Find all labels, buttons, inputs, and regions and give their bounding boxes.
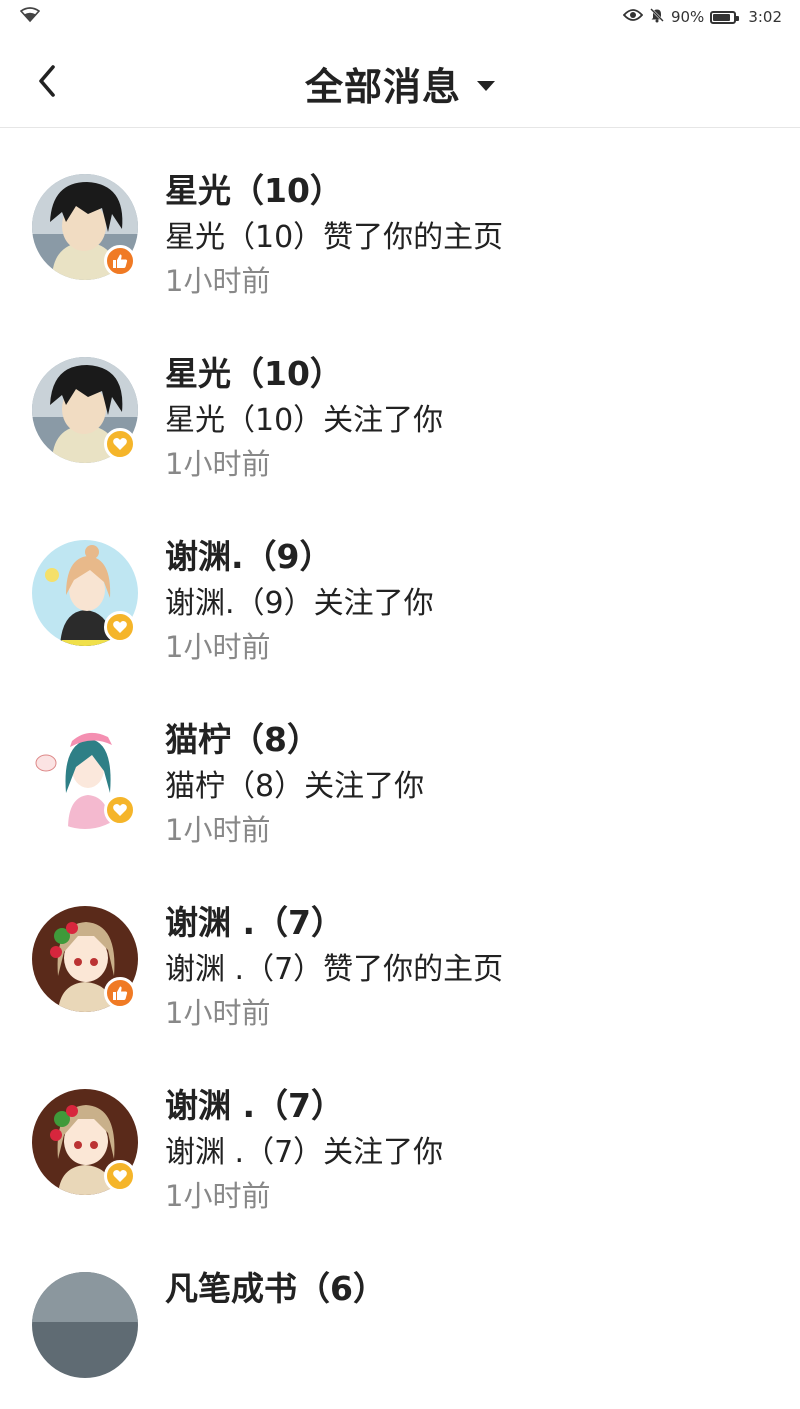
sender-name: 谢渊 .（7） <box>165 1086 344 1125</box>
message-filter-dropdown[interactable]: 全部消息 <box>0 56 800 111</box>
message-time: 1小时前 <box>165 1179 271 1213</box>
thumbs-up-icon <box>113 986 128 1000</box>
wifi-icon <box>19 7 41 27</box>
heart-icon <box>113 621 127 633</box>
caret-down-icon <box>477 80 495 91</box>
eye-icon <box>622 8 644 26</box>
sender-name: 星光（10） <box>165 171 343 210</box>
status-bar: 90% 3:02 <box>0 0 800 34</box>
app-header: 全部消息 <box>0 34 800 128</box>
page-title: 全部消息 <box>304 65 461 109</box>
message-time: 1小时前 <box>165 813 271 847</box>
clock: 3:02 <box>748 8 782 26</box>
message-item[interactable]: 谢渊.（9） 谢渊.（9）关注了你 1小时前 <box>0 494 800 677</box>
message-text: 谢渊 .（7）赞了你的主页 <box>165 952 504 987</box>
follow-badge <box>104 611 136 643</box>
sender-name: 凡笔成书（6） <box>165 1269 386 1308</box>
message-item[interactable]: 星光（10） 星光（10）赞了你的主页 1小时前 <box>0 128 800 311</box>
battery-icon <box>710 10 740 24</box>
sender-name: 谢渊.（9） <box>165 537 333 576</box>
follow-badge <box>104 1160 136 1192</box>
message-time: 1小时前 <box>165 447 271 481</box>
like-badge <box>104 245 136 277</box>
message-text: 谢渊.（9）关注了你 <box>165 586 434 621</box>
message-text: 星光（10）关注了你 <box>165 403 444 438</box>
heart-icon <box>113 804 127 816</box>
message-text: 星光（10）赞了你的主页 <box>165 220 504 255</box>
heart-icon <box>113 1170 127 1182</box>
message-list: 星光（10） 星光（10）赞了你的主页 1小时前 星光（10） 星光（10）关注… <box>0 128 800 1409</box>
heart-icon <box>113 438 127 450</box>
sender-name: 猫柠（8） <box>165 720 320 759</box>
message-time: 1小时前 <box>165 630 271 664</box>
follow-badge <box>104 794 136 826</box>
message-item[interactable]: 谢渊 .（7） 谢渊 .（7）关注了你 1小时前 <box>0 1043 800 1226</box>
message-text: 猫柠（8）关注了你 <box>165 769 425 804</box>
sender-name: 谢渊 .（7） <box>165 903 344 942</box>
battery-percent: 90% <box>670 8 705 26</box>
message-item[interactable]: 星光（10） 星光（10）关注了你 1小时前 <box>0 311 800 494</box>
thumbs-up-icon <box>113 254 128 268</box>
message-item[interactable]: 谢渊 .（7） 谢渊 .（7）赞了你的主页 1小时前 <box>0 860 800 1043</box>
mute-bell-icon <box>649 7 665 27</box>
follow-badge <box>104 428 136 460</box>
message-item[interactable]: 凡笔成书（6） <box>0 1226 800 1409</box>
message-item[interactable]: 猫柠（8） 猫柠（8）关注了你 1小时前 <box>0 677 800 860</box>
sender-name: 星光（10） <box>165 354 343 393</box>
like-badge <box>104 977 136 1009</box>
message-time: 1小时前 <box>165 264 271 298</box>
message-time: 1小时前 <box>165 996 271 1030</box>
avatar[interactable] <box>32 1272 138 1378</box>
message-text: 谢渊 .（7）关注了你 <box>165 1135 444 1170</box>
